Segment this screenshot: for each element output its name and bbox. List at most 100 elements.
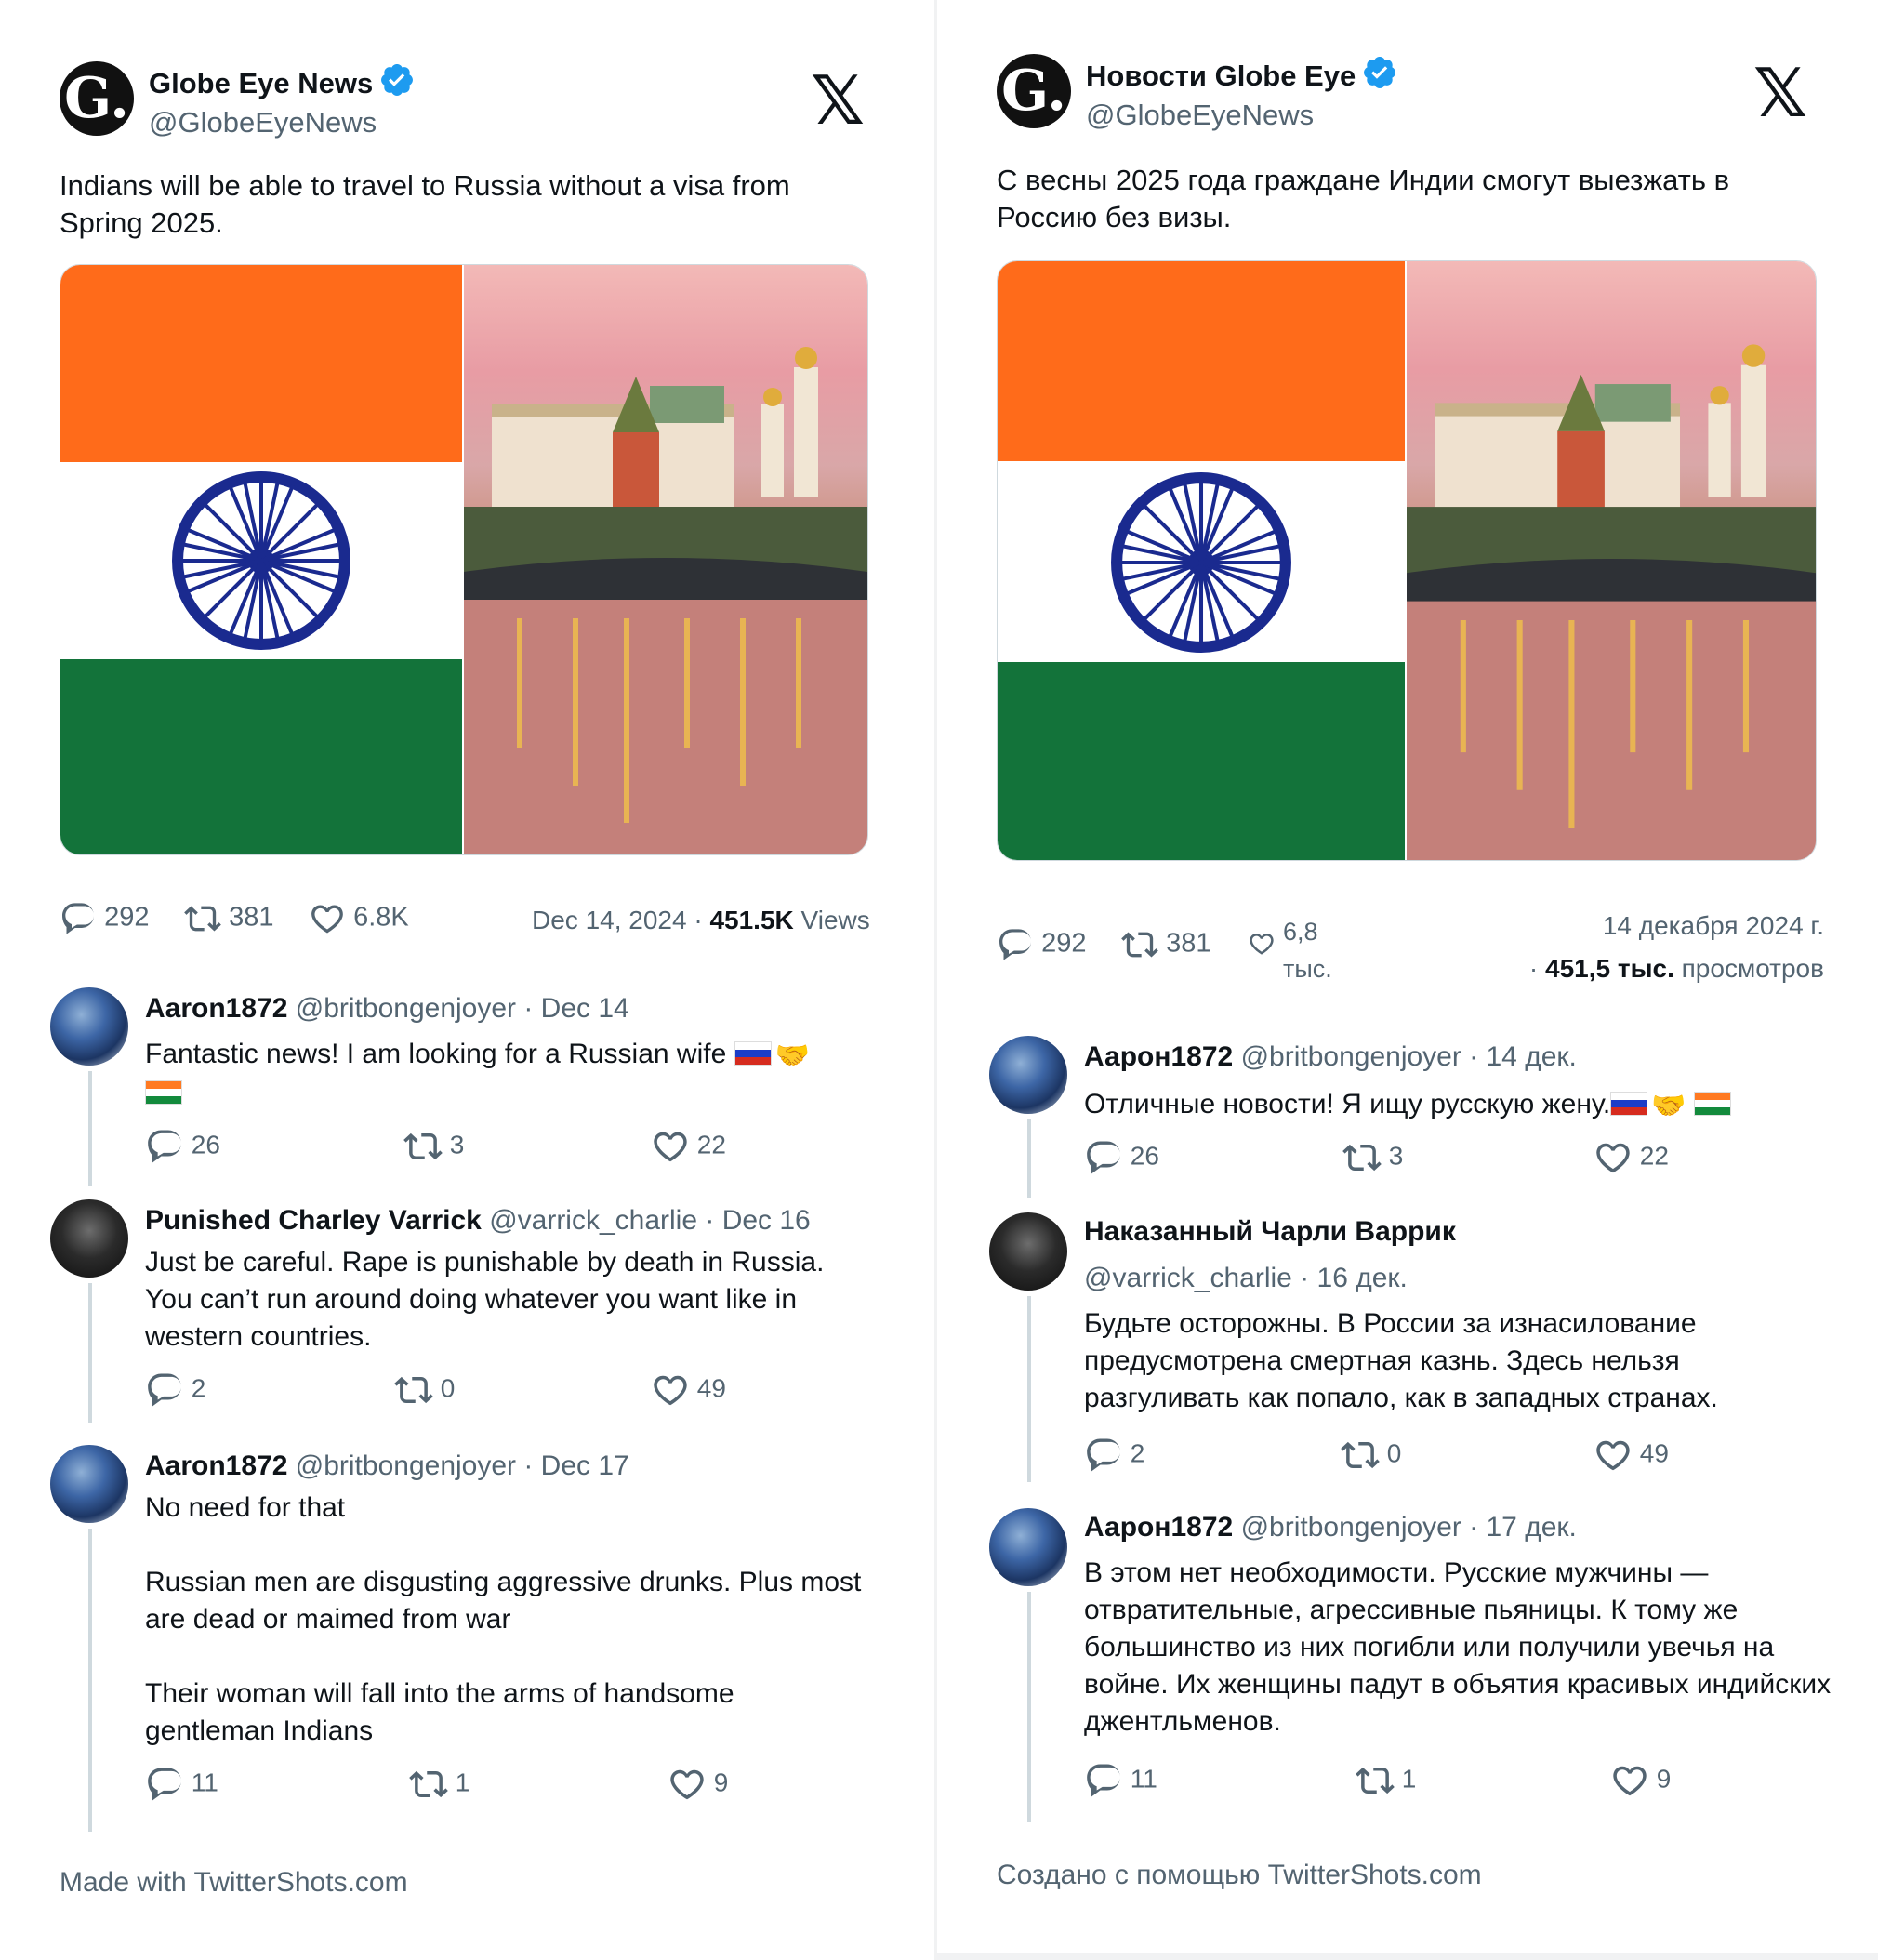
reply-action-like[interactable]: 9 [1610,1761,1671,1800]
like-count-value: 6,8 тыс. [1283,913,1332,987]
reply-action-retweet[interactable]: 0 [394,1371,455,1410]
like-count-line1: 6,8 [1283,918,1318,946]
reply-icon[interactable] [1084,1138,1123,1177]
author-handle[interactable]: @GlobeEyeNews [1086,99,1314,132]
reply-action-retweet[interactable]: 3 [403,1127,464,1166]
reply-action-reply[interactable]: 26 [145,1127,220,1166]
retweet-icon[interactable] [184,900,221,937]
reply-icon[interactable] [60,900,97,937]
author-name-text[interactable]: Новости Globe Eye [1086,60,1356,92]
retweet-icon[interactable] [1342,1138,1382,1177]
reply-author-name[interactable]: Punished Charley Varrick [145,1205,482,1236]
tweet-views: · 451,5 тыс. просмотров [1529,954,1824,984]
retweet-icon[interactable] [1121,926,1158,963]
reply-action-retweet[interactable]: 3 [1342,1138,1403,1177]
like-icon[interactable] [1594,1138,1633,1177]
footer-credit[interactable]: Made with TwitterShots.com [60,1867,408,1899]
reply-icon[interactable] [145,1371,184,1410]
tweet-reply-count[interactable]: 292 [997,926,1086,963]
reply-handle-date[interactable]: @britbongenjoyer · Dec 14 [296,993,629,1024]
reply-icon[interactable] [145,1765,184,1804]
avatar[interactable] [50,987,128,1066]
reply-handle-date[interactable]: @britbongenjoyer · 14 дек. [1241,1041,1577,1072]
like-icon[interactable] [1594,1436,1633,1475]
avatar[interactable] [989,1036,1067,1114]
footer-credit[interactable]: Создано с помощью TwitterShots.com [997,1860,1482,1891]
reply-action-like[interactable]: 22 [651,1127,726,1166]
reply-text-content: Отличные новости! Я ищу русскую жену. [1084,1089,1611,1119]
reply-header: Наказанный Чарли Варрик [1084,1216,1456,1248]
retweet-count: 0 [1386,1438,1402,1468]
reply-author-name[interactable]: Аарон1872 [1084,1512,1233,1543]
like-icon[interactable] [668,1765,707,1804]
tweet-media[interactable] [60,264,868,855]
reply-action-retweet[interactable]: 0 [1341,1436,1401,1475]
like-count: 22 [1639,1141,1669,1171]
reply-action-like[interactable]: 49 [1594,1436,1669,1475]
reply-action-reply[interactable]: 11 [1084,1761,1157,1800]
reply-action-reply[interactable]: 2 [1084,1436,1144,1475]
globe-eye-logo[interactable]: G. [997,54,1071,128]
reply-icon[interactable] [145,1127,184,1166]
reply-action-reply[interactable]: 26 [1084,1138,1159,1177]
thread-line [88,1283,92,1423]
reply-action-retweet[interactable]: 1 [1356,1761,1416,1800]
author-name[interactable]: Новости Globe Eye [1086,56,1396,93]
tweet-text: С весны 2025 года граждане Индии смогут … [997,164,1730,233]
reply-handle-date[interactable]: @britbongenjoyer · 17 дек. [1241,1512,1577,1543]
like-icon[interactable] [651,1371,690,1410]
thread-line [88,1071,92,1186]
reply-icon[interactable] [997,926,1034,963]
tweet-date[interactable]: 14 декабря 2024 г. [1603,911,1824,941]
retweet-icon[interactable] [1341,1436,1380,1475]
like-count: 9 [713,1768,729,1797]
reply-action-retweet[interactable]: 1 [409,1765,470,1804]
reply-author-name[interactable]: Aaron1872 [145,1450,287,1481]
reply-icon[interactable] [1084,1436,1123,1475]
tweet-like-count[interactable] [1248,928,1276,959]
author-name-text[interactable]: Globe Eye News [149,67,373,99]
retweet-icon[interactable] [1356,1761,1395,1800]
reply-action-reply[interactable]: 11 [145,1765,218,1804]
reply-count: 2 [1130,1438,1145,1468]
author-name[interactable]: Globe Eye News [149,63,414,100]
retweet-icon[interactable] [403,1127,443,1166]
avatar[interactable] [989,1212,1067,1291]
reply-author-name[interactable]: Аарон1872 [1084,1041,1233,1072]
like-icon[interactable] [309,900,346,937]
reply-author-name[interactable]: Наказанный Чарли Варрик [1084,1216,1456,1247]
reply-action-like[interactable]: 49 [651,1371,726,1410]
retweet-icon[interactable] [394,1371,433,1410]
reply-action-like[interactable]: 22 [1594,1138,1669,1177]
avatar[interactable] [50,1199,128,1278]
reply-action-like[interactable]: 9 [668,1765,728,1804]
reply-text: Fantastic news! I am looking for a Russi… [145,1036,870,1112]
reply-author-name[interactable]: Aaron1872 [145,993,287,1024]
tweet-reply-count[interactable]: 292 [60,900,149,937]
reply-handle-date[interactable]: @varrick_charlie · 16 дек. [1084,1263,1408,1293]
reply-handle-date[interactable]: @varrick_charlie · Dec 16 [489,1205,811,1236]
tweet-retweet-count[interactable]: 381 [184,900,273,937]
globe-eye-logo[interactable]: G. [60,61,134,136]
x-logo-icon[interactable]: 𝕏 [811,67,865,134]
like-icon[interactable] [651,1127,690,1166]
like-icon[interactable] [1610,1761,1649,1800]
like-count: 9 [1656,1764,1672,1794]
author-handle[interactable]: @GlobeEyeNews [149,106,377,139]
handshake-emoji-icon: 🤝 [1651,1091,1686,1121]
reply-handle-row: @varrick_charlie · 16 дек. [1084,1263,1408,1294]
reply-text: В этом нет необходимости. Русские мужчин… [1084,1557,1832,1737]
retweet-icon[interactable] [409,1765,448,1804]
like-icon[interactable] [1248,930,1276,958]
reply-icon[interactable] [1084,1761,1123,1800]
tweet-media[interactable] [997,260,1817,861]
reply-action-reply[interactable]: 2 [145,1371,205,1410]
avatar[interactable] [989,1508,1067,1586]
reply-header: Aaron1872 @britbongenjoyer · Dec 14 [145,993,629,1025]
tweet-retweet-count[interactable]: 381 [1121,926,1210,963]
avatar[interactable] [50,1445,128,1523]
tweet-date[interactable]: Dec 14, 2024 [532,906,687,934]
reply-handle-date[interactable]: @britbongenjoyer · Dec 17 [296,1450,629,1481]
x-logo-icon[interactable]: 𝕏 [1753,60,1807,126]
tweet-like-count[interactable]: 6.8K [309,900,409,937]
